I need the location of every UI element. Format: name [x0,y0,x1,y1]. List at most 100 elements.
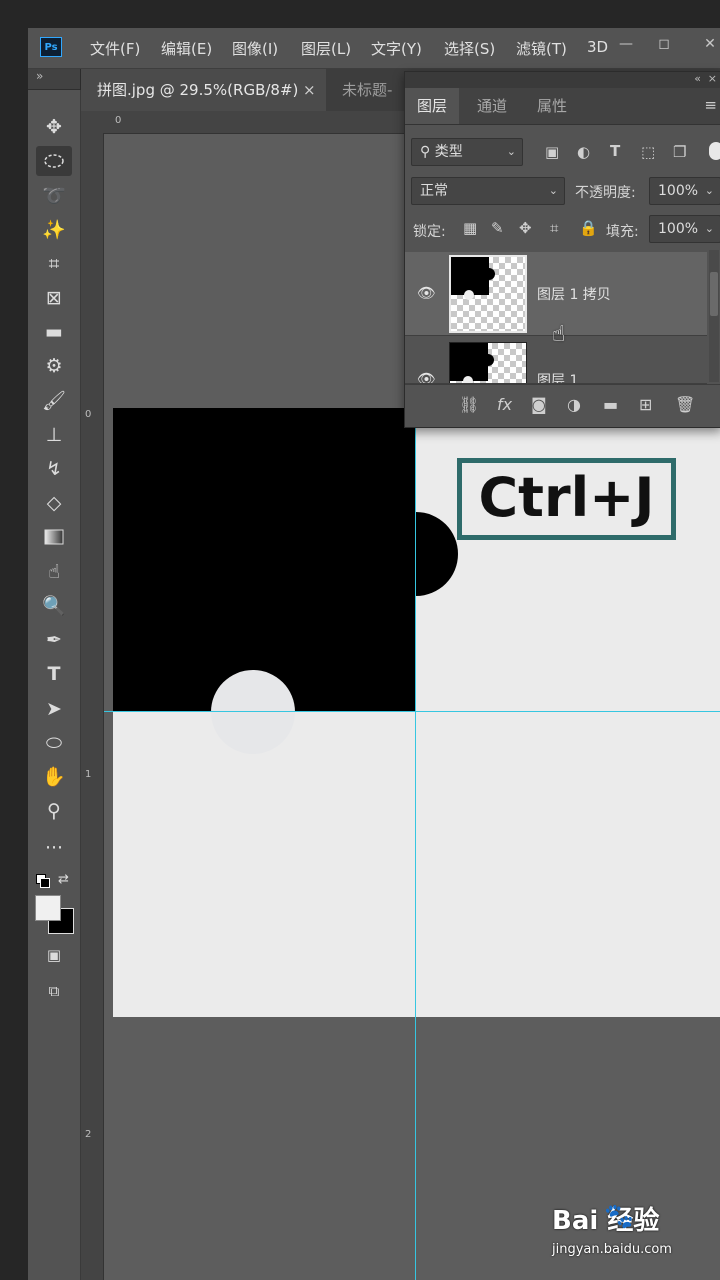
lock-position-icon[interactable]: ✥ [519,219,532,237]
layer-name[interactable]: 图层 1 [537,370,578,383]
link-layers-icon[interactable]: ⛓ [459,395,479,414]
filter-pixel-icon[interactable]: ▣ [545,143,559,161]
layer-name[interactable]: 图层 1 拷贝 [537,284,611,304]
chevron-down-icon: ⌄ [704,184,714,197]
tab-layers[interactable]: 图层 [405,88,460,124]
crop-icon[interactable]: ⌗ [36,249,72,279]
gradient-icon[interactable] [36,522,72,552]
ruler-icon[interactable]: ▬ [36,317,72,347]
tab-untitled[interactable]: 未标题- [326,69,406,111]
ellipse-shape-icon[interactable]: ⬭ [36,728,72,758]
menu-image[interactable]: 图像(I) [232,38,278,59]
close-window-button[interactable]: ✕ [696,32,720,56]
hand-icon[interactable]: ✋ [36,762,72,792]
brush-icon[interactable]: 🖌 [36,386,72,416]
dodge-icon[interactable]: 🔍 [36,591,72,621]
trash-icon[interactable]: 🗑 [675,395,695,414]
ruler-tick-label: 0 [85,409,92,420]
toolbar-collapse-icon[interactable]: » [36,69,43,83]
guide-horizontal[interactable] [104,711,720,712]
filter-kind-select[interactable]: ⚲ 类型 ⌄ [411,138,523,166]
tab-channels[interactable]: 通道 [465,88,519,124]
filter-adjustment-icon[interactable]: ◐ [577,143,590,161]
visibility-eye-icon[interactable]: 👁 [417,284,436,302]
layers-panel: « × 图层 通道 属性 ≡ ⚲ 类型 ⌄ ▣ ◐ T ⬚ ❐ 正常 ⌄ 不透明… [404,71,720,428]
menu-type[interactable]: 文字(Y) [371,38,422,59]
collapse-panel-icon[interactable]: « [694,72,701,85]
scrollbar-thumb[interactable] [710,272,718,316]
panel-menu-icon[interactable]: ≡ [704,96,717,114]
pen-icon[interactable]: ✒ [36,625,72,655]
menu-3d[interactable]: 3D [587,38,608,56]
filter-toggle[interactable] [709,142,720,160]
lock-all-icon[interactable]: 🔒 [579,219,598,237]
blend-mode-select[interactable]: 正常 ⌄ [411,177,565,205]
tab-properties[interactable]: 属性 [525,88,579,124]
adjustment-layer-icon[interactable]: ◑ [567,395,581,414]
swap-colors-icon[interactable]: ⇄ [58,872,69,887]
fill-value: 100% [658,221,699,237]
fill-label: 填充: [606,224,639,240]
tab-close-icon[interactable]: × [303,69,316,111]
window-margin-left [0,0,28,1280]
move-tool-icon[interactable]: ✥ [36,112,72,142]
menu-layer[interactable]: 图层(L) [301,38,351,59]
elliptical-marquee-icon[interactable] [36,146,72,176]
stamp-icon[interactable]: ⊥ [36,420,72,450]
new-group-icon[interactable]: ▬ [603,395,618,414]
history-brush-icon[interactable]: ↯ [36,454,72,484]
more-tools-icon[interactable]: ··· [36,833,72,863]
eraser-icon[interactable]: ◇ [36,488,72,518]
new-layer-icon[interactable]: ⊞ [639,395,652,414]
default-colors-icon[interactable] [36,874,50,888]
minimize-button[interactable]: — [612,32,640,56]
path-select-icon[interactable]: ➤ [36,694,72,724]
visibility-eye-icon[interactable]: 👁 [417,370,436,383]
patch-icon[interactable]: ⚙ [36,351,72,381]
magic-wand-icon[interactable]: ✨ [36,215,72,245]
screen-mode-icon[interactable]: ⧉ [36,976,72,1006]
frame-icon[interactable]: ⊠ [36,283,72,313]
menu-edit[interactable]: 编辑(E) [161,38,212,59]
lasso-icon[interactable]: ➰ [36,181,72,211]
layer-thumbnail [449,255,527,333]
type-icon[interactable]: T [36,659,72,689]
ruler-tick-label: 0 [115,115,122,126]
smudge-icon[interactable]: ☝ [36,557,72,587]
puzzle-bump [374,512,458,596]
fx-icon[interactable]: fx [497,395,512,414]
chevron-down-icon: ⌄ [704,222,714,235]
close-panel-icon[interactable]: × [708,72,717,85]
filter-kind-value: 类型 [434,144,463,160]
filter-smart-object-icon[interactable]: ❐ [673,143,686,161]
panel-collapse-bar[interactable]: « × [405,72,720,88]
tab-puzzle-jpg[interactable]: 拼图.jpg @ 29.5%(RGB/8#) × [81,69,326,111]
menu-select[interactable]: 选择(S) [444,38,495,59]
toolbar-header[interactable]: » [28,69,80,90]
filter-shape-icon[interactable]: ⬚ [641,143,655,161]
tab-label: 拼图.jpg @ 29.5%(RGB/8#) [97,81,299,99]
watermark-url: jingyan.baidu.com [552,1242,672,1257]
restore-button[interactable]: ◻ [650,32,678,56]
ruler-tick-label: 2 [85,1129,92,1140]
foreground-color-swatch[interactable] [35,895,61,921]
add-mask-icon[interactable]: ◙ [531,395,547,414]
lock-transparent-icon[interactable]: ▦ [463,219,477,237]
panel-tabs: 图层 通道 属性 ≡ [405,88,720,125]
fill-input[interactable]: 100% ⌄ [649,215,720,243]
filter-type-icon[interactable]: T [610,142,620,160]
lock-image-icon[interactable]: ✎ [491,219,504,237]
layers-scrollbar[interactable] [709,250,719,382]
lock-artboard-icon[interactable]: ⌗ [550,219,558,237]
menu-bar: Ps 文件(F) 编辑(E) 图像(I) 图层(L) 文字(Y) 选择(S) 滤… [28,28,720,69]
menu-file[interactable]: 文件(F) [90,38,140,59]
opacity-input[interactable]: 100% ⌄ [649,177,720,205]
opacity-label: 不透明度: [575,185,636,201]
quick-mask-icon[interactable]: ▣ [36,940,72,970]
lock-label: 锁定: [413,224,446,240]
zoom-icon[interactable]: ⚲ [36,796,72,826]
guide-vertical[interactable] [415,420,416,1280]
ruler-vertical[interactable]: 0 1 2 [81,133,104,1280]
chevron-down-icon: ⌄ [506,145,516,158]
menu-filter[interactable]: 滤镜(T) [516,38,567,59]
